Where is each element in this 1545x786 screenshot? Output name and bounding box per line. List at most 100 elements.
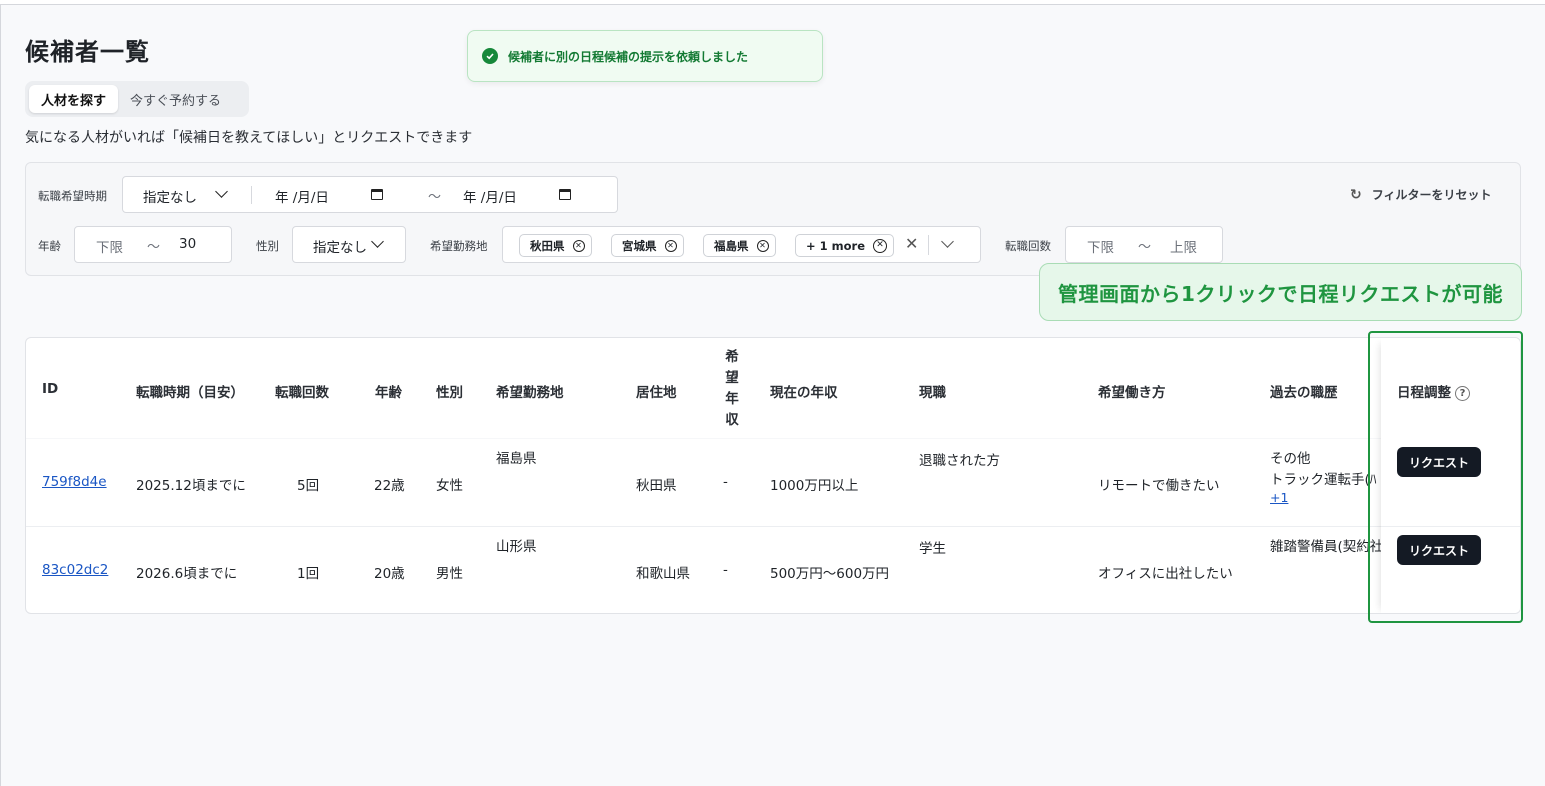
candidate-id-link[interactable]: 83c02dc2 [42, 562, 108, 578]
col-header-desired-income: 希 望 年 収 [724, 347, 740, 431]
job-changes-max-input[interactable]: 上限 [1170, 236, 1197, 256]
col-header-period: 転職時期（目安） [136, 385, 244, 401]
chip-label: 秋田県 [530, 238, 565, 253]
close-circle-icon[interactable]: ✕ [572, 239, 585, 252]
schedule-column: 日程調整? リクエスト リクエスト [1381, 338, 1520, 613]
candidates-table: ID 転職時期（目安） 転職回数 年齢 性別 希望勤務地 居住地 希 望 年 収… [25, 337, 1521, 614]
tab-bar: 人材を探す 今すぐ予約する [25, 81, 249, 117]
request-button[interactable]: リクエスト [1397, 535, 1481, 565]
reset-filters-label: フィルターをリセット [1371, 188, 1492, 202]
candidate-id-link[interactable]: 759f8d4e [42, 474, 107, 490]
age-label: 年齢 [38, 239, 61, 253]
chip-label: 福島県 [714, 238, 749, 253]
cell-residence: 秋田県 [636, 478, 677, 494]
clear-all-icon[interactable]: ✕ [905, 234, 918, 253]
divider [928, 235, 929, 255]
tab-book-now[interactable]: 今すぐ予約する [118, 85, 233, 113]
location-multiselect[interactable]: 秋田県 ✕ 宮城県 ✕ 福島県 ✕ + 1 more ✕ ✕ [502, 226, 981, 263]
change-period-label: 転職希望時期 [38, 189, 107, 203]
change-period-select[interactable]: 指定なし [123, 177, 251, 212]
cell-current-income: 1000万円以上 [770, 478, 859, 494]
refresh-icon: ↻ [1350, 186, 1362, 203]
col-header-residence: 居住地 [636, 385, 677, 401]
col-header-past-jobs: 過去の職歴 [1270, 385, 1338, 401]
col-header-schedule: 日程調整? [1397, 381, 1470, 401]
cell-past-job: その他 [1270, 451, 1311, 467]
close-circle-icon[interactable]: ✕ [664, 239, 677, 252]
cell-desired-income: - [723, 562, 728, 578]
gender-select-value: 指定なし [313, 240, 367, 256]
filter-panel: 転職希望時期 指定なし 年 /月/日 ～ 年 /月/日 年齢 下限 ～ 30 性… [25, 162, 1521, 276]
header-char: 収 [725, 412, 739, 428]
age-range: 下限 ～ 30 [74, 226, 232, 263]
col-header-id: ID [42, 381, 59, 397]
date-to-value: 年 /月/日 [463, 190, 517, 206]
divider [251, 186, 252, 204]
col-header-current-income: 現在の年収 [770, 385, 838, 401]
cell-changes: 5回 [297, 478, 320, 494]
chevron-down-icon [215, 185, 228, 198]
calendar-icon[interactable] [559, 189, 571, 200]
header-char: 希 [725, 349, 739, 365]
chip-miyagi[interactable]: 宮城県 ✕ [611, 234, 684, 257]
col-header-work-style: 希望働き方 [1098, 385, 1166, 401]
col-header-current-job: 現職 [919, 385, 946, 401]
feature-callout: 管理画面から1クリックで日程リクエストが可能 [1039, 263, 1522, 321]
close-circle-icon[interactable]: ✕ [873, 238, 887, 253]
age-max-input[interactable]: 30 [179, 236, 196, 252]
chevron-down-icon [371, 235, 384, 248]
header-char: 年 [725, 391, 739, 407]
chip-label: 宮城県 [622, 238, 657, 253]
check-circle-icon [482, 48, 498, 64]
chip-fukushima[interactable]: 福島県 ✕ [703, 234, 776, 257]
cell-period: 2025.12頃までに [136, 478, 246, 494]
top-border [0, 0, 1545, 5]
chip-akita[interactable]: 秋田県 ✕ [519, 234, 592, 257]
header-char: 望 [725, 370, 739, 386]
col-header-desired-location: 希望勤務地 [496, 385, 564, 401]
cell-age: 20歳 [374, 566, 405, 582]
change-period-select-value: 指定なし [143, 190, 197, 206]
help-icon[interactable]: ? [1455, 386, 1470, 401]
reset-filters-button[interactable]: ↻ フィルターをリセット [1350, 186, 1492, 203]
date-to-input[interactable]: 年 /月/日 [451, 177, 581, 212]
calendar-icon[interactable] [371, 189, 383, 200]
cell-desired-location: 山形県 [496, 539, 537, 555]
cell-current-job: 学生 [919, 541, 946, 557]
cell-current-job: 退職された方 [919, 453, 1000, 469]
col-header-gender: 性別 [436, 385, 463, 401]
chip-more-label: + 1 more [806, 238, 865, 253]
tab-find-talent[interactable]: 人材を探す [29, 85, 119, 113]
job-changes-min-input[interactable]: 下限 [1087, 236, 1114, 256]
gender-label: 性別 [256, 239, 279, 253]
chip-more[interactable]: + 1 more ✕ [795, 234, 894, 257]
cell-gender: 女性 [436, 478, 463, 494]
col-header-schedule-label: 日程調整 [1397, 385, 1451, 401]
job-changes-separator: ～ [1138, 240, 1152, 255]
left-border [0, 5, 1, 786]
gender-select[interactable]: 指定なし [292, 226, 406, 263]
request-button[interactable]: リクエスト [1397, 447, 1481, 477]
close-circle-icon[interactable]: ✕ [756, 239, 769, 252]
cell-residence: 和歌山県 [636, 566, 690, 582]
desired-location-label: 希望勤務地 [430, 239, 488, 253]
date-range-separator: ～ [428, 190, 442, 205]
cell-desired-location: 福島県 [496, 451, 537, 467]
cell-desired-income: - [723, 474, 728, 490]
more-past-jobs-link[interactable]: +1 [1270, 490, 1288, 505]
col-header-changes: 転職回数 [275, 385, 329, 401]
age-separator: ～ [147, 240, 161, 255]
cell-age: 22歳 [374, 478, 405, 494]
age-min-input[interactable]: 下限 [96, 236, 123, 256]
date-from-input[interactable]: 年 /月/日 [263, 177, 393, 212]
cell-work-style: リモートで働きたい [1098, 478, 1220, 494]
change-period-group: 指定なし 年 /月/日 ～ 年 /月/日 [122, 176, 618, 213]
chevron-down-icon[interactable] [941, 235, 954, 248]
toast-message: 候補者に別の日程候補の提示を依頼しました [508, 49, 749, 64]
header-divider [26, 438, 1520, 439]
page-title: 候補者一覧 [25, 38, 150, 66]
row-divider [26, 526, 1520, 527]
cell-current-income: 500万円〜600万円 [770, 566, 890, 582]
col-header-age: 年齢 [375, 385, 402, 401]
success-toast: 候補者に別の日程候補の提示を依頼しました [467, 30, 823, 82]
